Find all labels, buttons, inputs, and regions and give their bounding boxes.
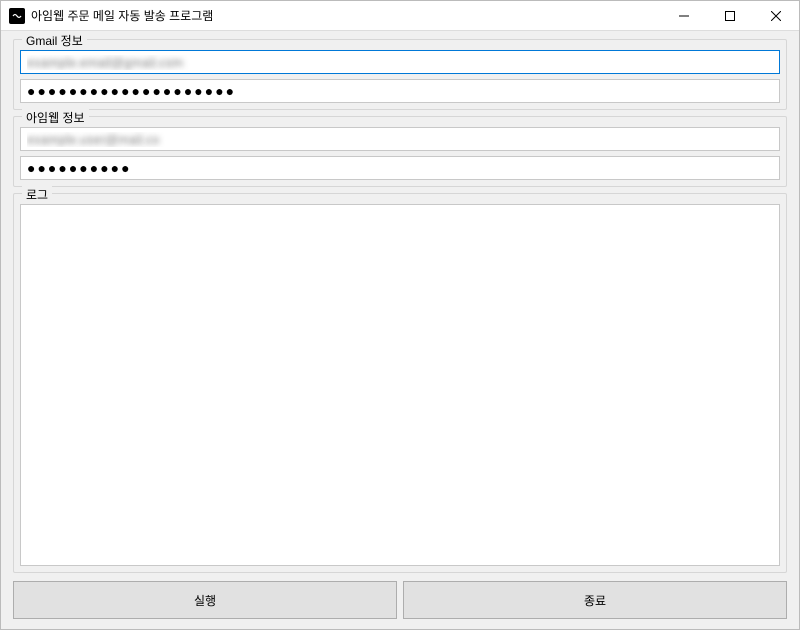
imweb-email-input[interactable] (20, 127, 780, 151)
imweb-groupbox-title: 아임웹 정보 (22, 109, 89, 126)
gmail-groupbox: Gmail 정보 (13, 39, 787, 110)
imweb-password-input[interactable] (20, 156, 780, 180)
app-window: 아임웹 주문 메일 자동 발송 프로그램 Gmail 정보 아임웹 정보 로그 (0, 0, 800, 630)
log-groupbox-title: 로그 (22, 186, 52, 203)
run-button[interactable]: 실행 (13, 581, 397, 619)
maximize-button[interactable] (707, 1, 753, 30)
maximize-icon (725, 11, 735, 21)
minimize-icon (679, 11, 689, 21)
log-textarea[interactable] (20, 204, 780, 566)
window-controls (661, 1, 799, 30)
gmail-password-input[interactable] (20, 79, 780, 103)
button-row: 실행 종료 (13, 581, 787, 619)
window-title: 아임웹 주문 메일 자동 발송 프로그램 (31, 7, 661, 24)
close-button[interactable] (753, 1, 799, 30)
titlebar: 아임웹 주문 메일 자동 발송 프로그램 (1, 1, 799, 31)
gmail-groupbox-title: Gmail 정보 (22, 32, 87, 49)
close-icon (771, 11, 781, 21)
imweb-groupbox: 아임웹 정보 (13, 116, 787, 187)
gmail-email-input[interactable] (20, 50, 780, 74)
minimize-button[interactable] (661, 1, 707, 30)
exit-button[interactable]: 종료 (403, 581, 787, 619)
app-icon (9, 8, 25, 24)
content-area: Gmail 정보 아임웹 정보 로그 실행 종료 (1, 31, 799, 629)
log-groupbox: 로그 (13, 193, 787, 573)
